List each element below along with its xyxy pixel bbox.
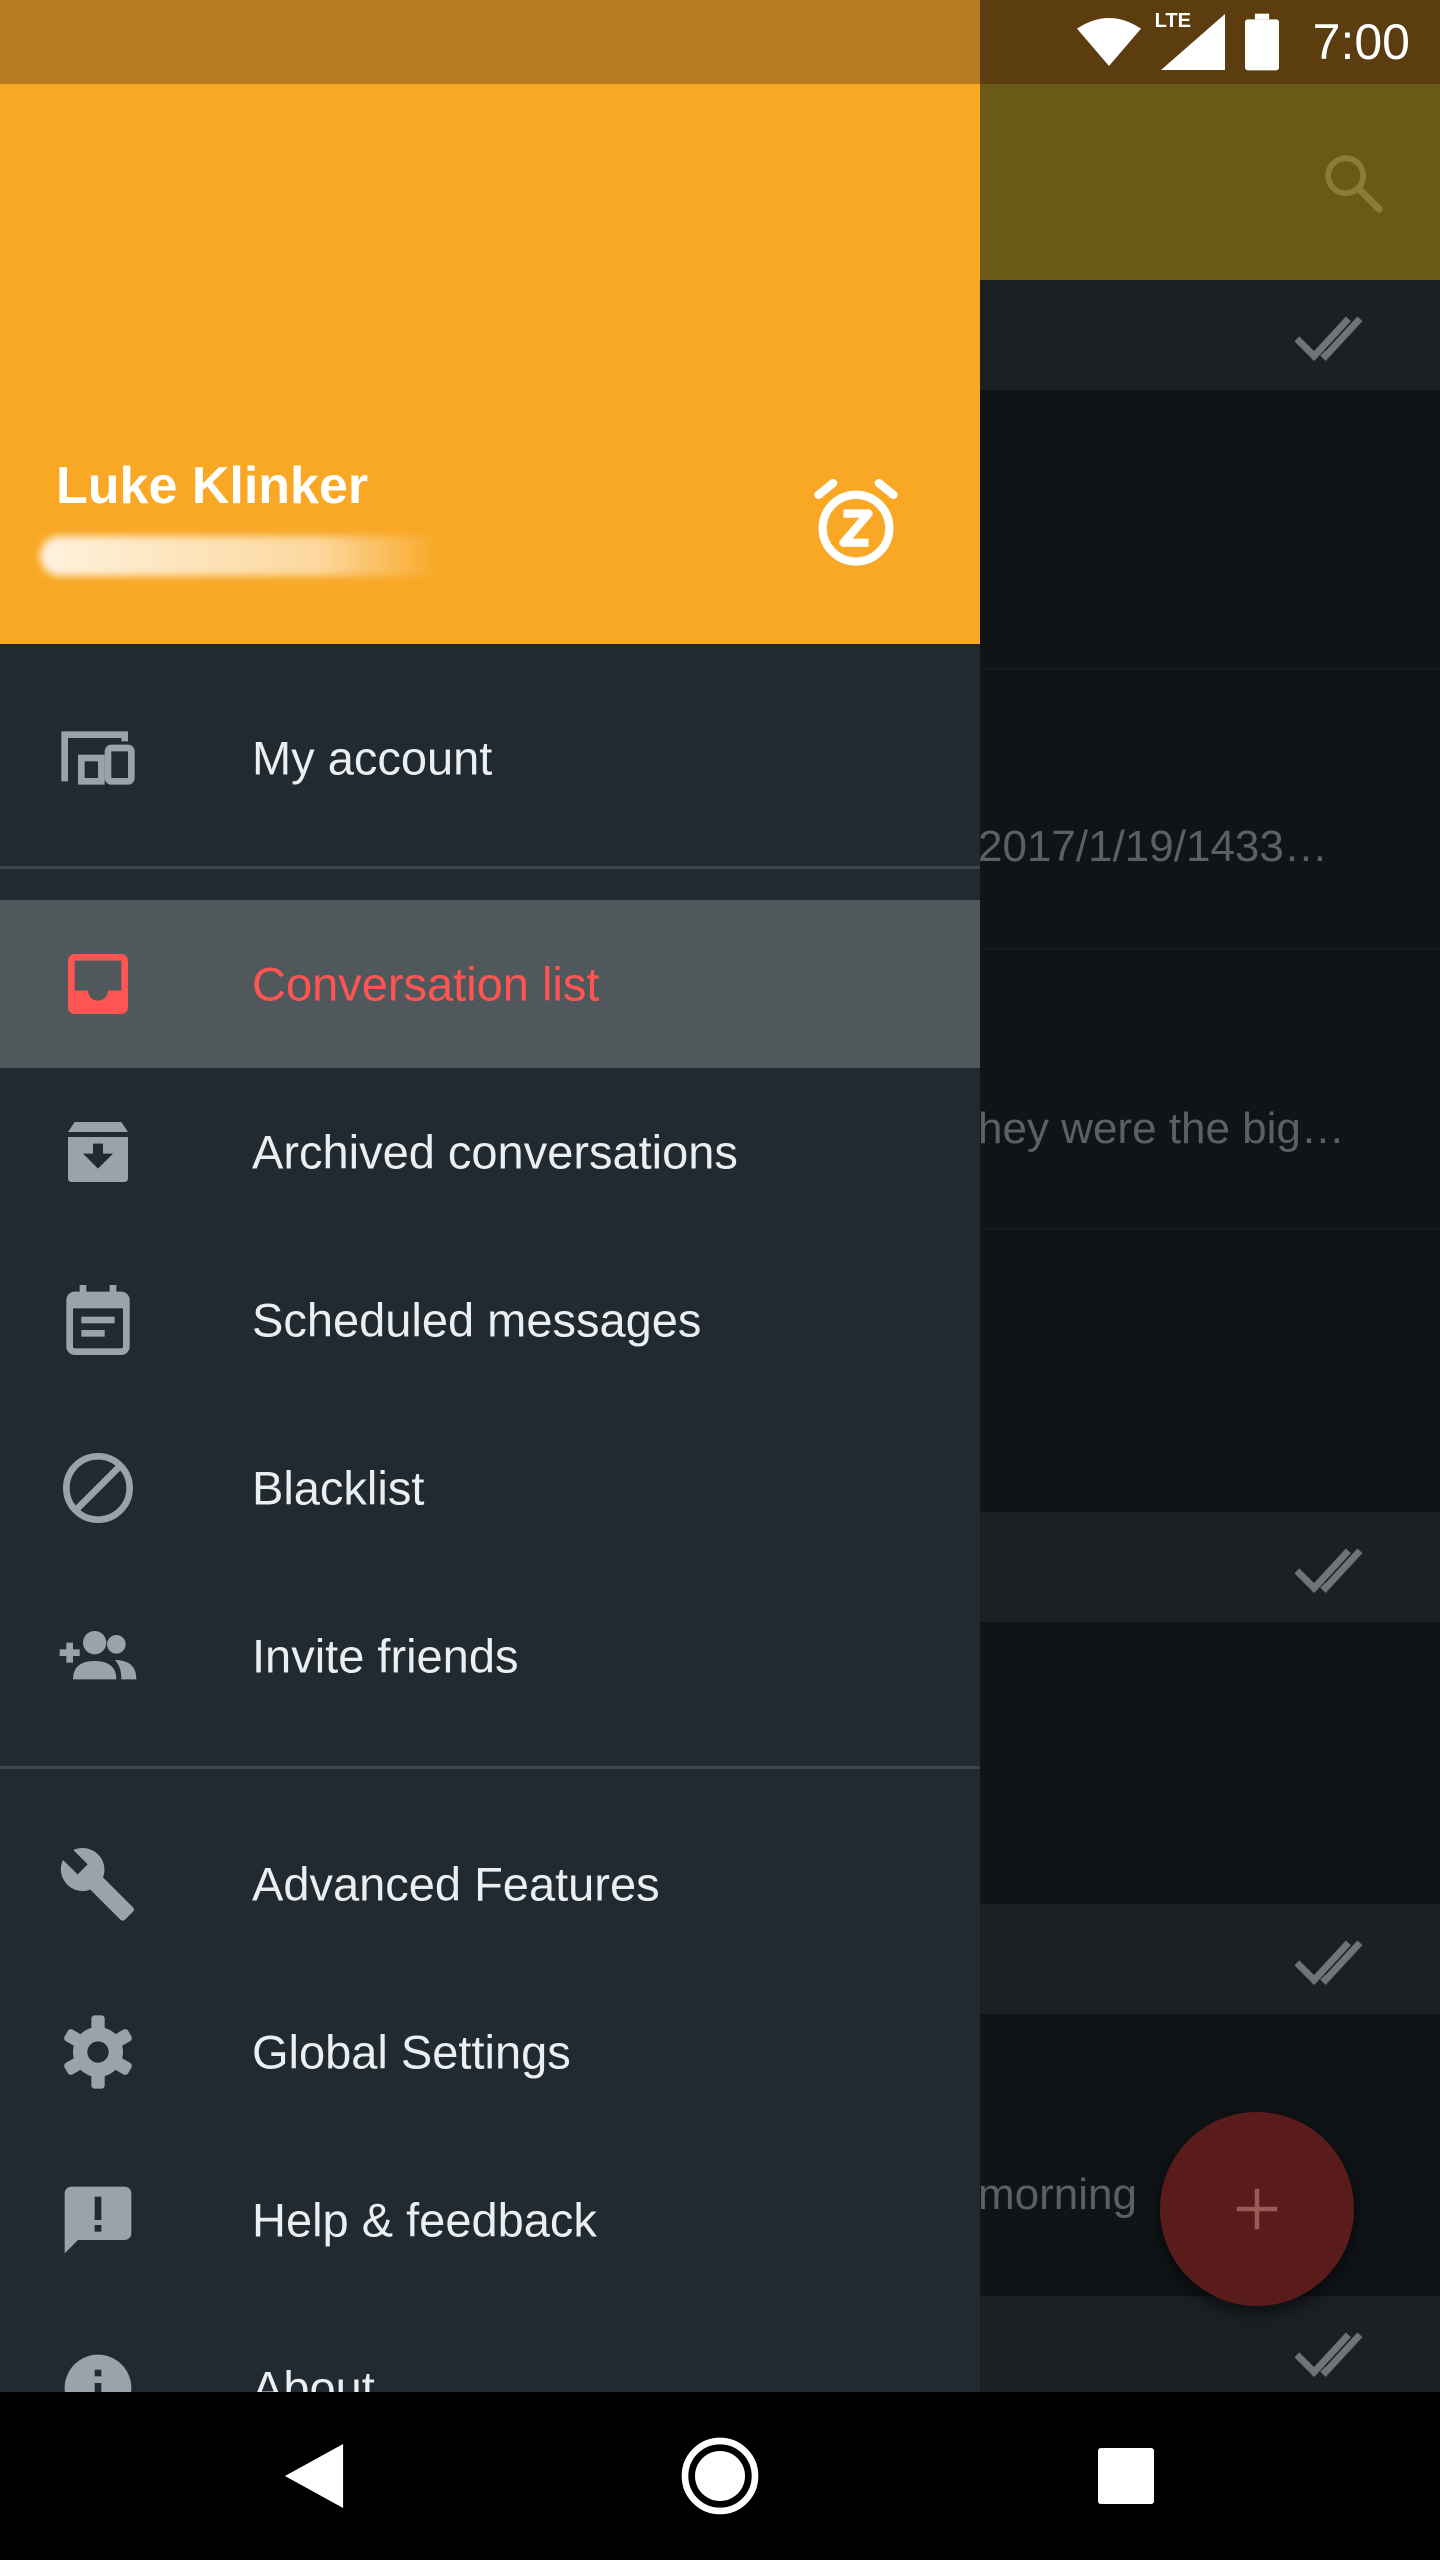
conversation-snippet[interactable]: hey were the big… — [978, 1104, 1378, 1154]
list-divider — [980, 1228, 1440, 1230]
section-header — [980, 1512, 1440, 1622]
status-bar-drawer-tint — [0, 0, 980, 84]
status-bar: LTE 7:00 — [1076, 0, 1410, 84]
drawer-divider — [0, 866, 980, 869]
list-divider — [980, 948, 1440, 950]
nav-item-scheduled-messages[interactable]: Scheduled messages — [0, 1236, 980, 1404]
snooze-icon[interactable] — [806, 474, 906, 574]
done-all-icon — [1294, 316, 1363, 362]
clock: 7:00 — [1312, 14, 1410, 70]
home-icon[interactable] — [680, 2436, 760, 2516]
drawer-divider — [0, 1766, 980, 1769]
archive-icon — [68, 1122, 128, 1182]
network-type-label: LTE — [1154, 10, 1191, 32]
nav-item-label: Invite friends — [252, 1629, 519, 1683]
gear-icon — [64, 2015, 132, 2089]
user-phone-redacted — [40, 536, 440, 576]
nav-item-my-account[interactable]: My account — [0, 674, 980, 842]
recents-icon[interactable] — [1098, 2448, 1154, 2504]
back-icon[interactable] — [284, 2444, 344, 2508]
inbox-icon — [68, 954, 128, 1014]
calendar-icon — [66, 1285, 130, 1355]
block-icon — [63, 1453, 133, 1523]
nav-item-label: Global Settings — [252, 2025, 571, 2079]
devices-icon — [61, 731, 135, 785]
nav-item-conversation-list[interactable]: Conversation list — [0, 900, 980, 1068]
battery-icon — [1244, 13, 1279, 71]
group-add-icon — [59, 1631, 137, 1680]
nav-item-label: Scheduled messages — [252, 1293, 702, 1347]
info-icon — [64, 2354, 132, 2392]
nav-item-help-feedback[interactable]: Help & feedback — [0, 2136, 980, 2304]
cell-signal-icon: LTE — [1155, 10, 1225, 70]
done-all-icon — [1294, 2332, 1363, 2378]
search-icon[interactable] — [1318, 148, 1388, 218]
done-all-icon — [1294, 1548, 1363, 1594]
nav-item-label: Archived conversations — [252, 1125, 738, 1179]
nav-item-label: Help & feedback — [252, 2193, 597, 2247]
plus-icon — [1236, 2188, 1278, 2230]
nav-item-label: Blacklist — [252, 1461, 425, 1515]
nav-item-label: Conversation list — [252, 957, 600, 1011]
user-name: Luke Klinker — [56, 457, 369, 515]
nav-item-archived-conversations[interactable]: Archived conversations — [0, 1068, 980, 1236]
wifi-icon — [1076, 18, 1141, 66]
compose-fab[interactable] — [1160, 2112, 1354, 2306]
nav-item-about[interactable]: About — [0, 2304, 980, 2392]
section-header — [980, 280, 1440, 390]
done-all-icon — [1294, 1940, 1363, 1986]
system-navigation-bar — [0, 2392, 1440, 2560]
navigation-drawer: Luke Klinker My account Conversation lis… — [0, 84, 980, 2392]
section-header — [980, 2296, 1440, 2406]
nav-item-label: Advanced Features — [252, 1857, 660, 1911]
section-header — [980, 1904, 1440, 2014]
nav-item-label: My account — [252, 731, 493, 785]
nav-item-label: About — [252, 2361, 375, 2393]
nav-item-global-settings[interactable]: Global Settings — [0, 1968, 980, 2136]
wrench-icon — [60, 1847, 134, 1921]
drawer-header: Luke Klinker — [0, 84, 980, 644]
nav-item-advanced-features[interactable]: Advanced Features — [0, 1800, 980, 1968]
nav-item-invite-friends[interactable]: Invite friends — [0, 1572, 980, 1740]
feedback-icon — [64, 2186, 132, 2254]
nav-item-blacklist[interactable]: Blacklist — [0, 1404, 980, 1572]
conversation-snippet[interactable]: 2017/1/19/1433… — [978, 822, 1378, 872]
list-divider — [980, 668, 1440, 670]
